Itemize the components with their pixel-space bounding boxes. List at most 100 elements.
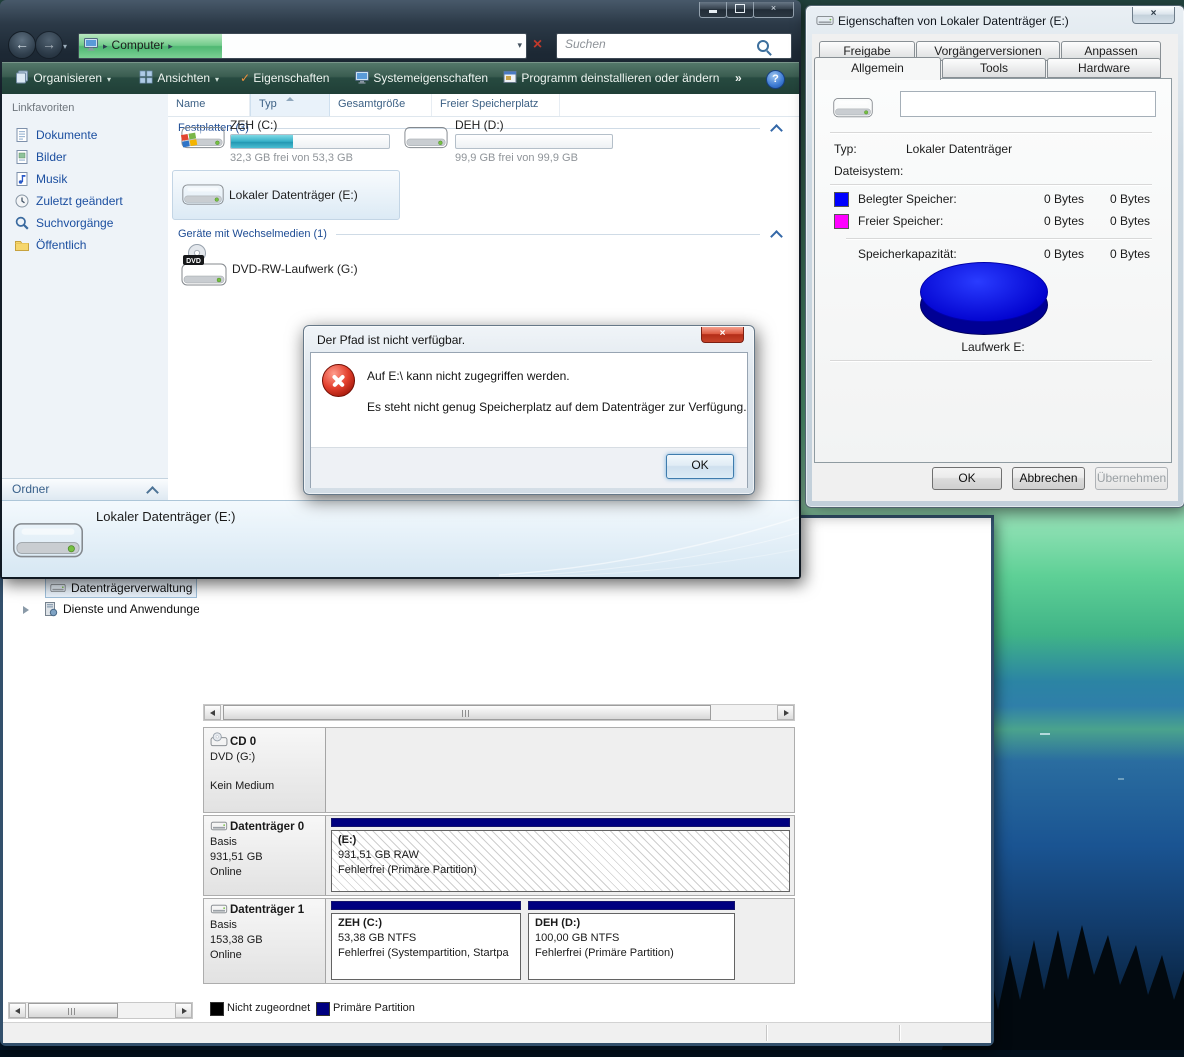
disk-icon [210,820,228,832]
drive-d-name[interactable]: DEH (D:) [455,118,504,132]
drive-e-name[interactable]: Lokaler Datenträger (E:) [229,188,358,202]
used-space-bytes: 0 Bytes [1043,192,1084,206]
folders-expander[interactable]: Ordner [2,478,168,500]
disk1-name: Datenträger 1 [230,904,305,916]
scroll-left-arrow[interactable] [9,1003,26,1018]
column-header-freier-speicherplatz[interactable]: Freier Speicherplatz [432,94,560,116]
drive-c-free-space: 32,3 GB frei von 53,3 GB [230,152,353,164]
drive-d-icon [403,120,449,156]
capacity-pie-chart [920,262,1048,336]
tab-tools[interactable]: Tools [942,58,1046,78]
favorites-sidebar: Linkfavoriten Dokumente Bilder Musik Zul… [2,94,169,500]
uninstall-program-button[interactable]: Programm deinstallieren oder ändern [502,62,719,94]
minimize-button[interactable] [699,2,727,18]
address-dropdown-icon[interactable]: ▾ [517,34,522,56]
ok-button[interactable]: OK [666,454,734,479]
group-header-wechselmedien[interactable]: Geräte mit Wechselmedien (1) [178,228,327,240]
address-bar[interactable]: ▸ Computer ▸ ▾ [78,33,527,59]
system-properties-button[interactable]: Systemeigenschaften [354,62,488,94]
drive-d-free-space: 99,9 GB frei von 99,9 GB [455,152,578,164]
disk1-type: Basis [210,919,237,931]
nav-history-dropdown-icon[interactable]: ▾ [63,42,67,51]
program-icon [502,69,518,85]
free-space-bytes: 0 Bytes [1043,214,1084,228]
toolbar-overflow-icon[interactable]: » [735,62,742,94]
tab-allgemein[interactable]: Allgemein [814,57,941,80]
apply-button: Übernehmen [1095,467,1168,490]
scroll-thumb[interactable] [28,1003,118,1018]
close-icon[interactable]: × [1132,7,1175,24]
partition-c-name: ZEH (C:) [338,917,382,929]
collapse-chevron-icon[interactable] [770,230,783,243]
cd0-row: CD 0 DVD (G:) Kein Medium [203,727,795,813]
partition-color-stripe [331,901,521,910]
cancel-button[interactable]: Abbrechen [1012,467,1085,490]
disk0-size: 931,51 GB [210,851,263,863]
sidebar-item-bilder[interactable]: Bilder [2,146,168,168]
drive-c-name[interactable]: ZEH (C:) [230,118,277,132]
used-space-label: Belegter Speicher: [858,192,957,206]
disk1-header[interactable]: Datenträger 1 Basis 153,38 GB Online [204,899,326,983]
breadcrumb[interactable]: ▸ Computer ▸ [83,34,177,56]
help-button[interactable]: ? [766,70,785,89]
collapse-chevron-icon[interactable] [770,124,783,137]
used-space-bytes2: 0 Bytes [1109,192,1150,206]
music-icon [14,171,30,187]
views-button[interactable]: Ansichten ▾ [138,62,219,94]
public-folder-icon [14,237,30,253]
details-pane: Lokaler Datenträger (E:) [2,500,799,577]
error-dialog: Der Pfad ist nicht verfügbar. × Auf E:\ … [303,325,755,495]
volume-label-input[interactable] [900,91,1156,117]
disk0-row: Datenträger 0 Basis 931,51 GB Online (E:… [203,815,795,896]
disk0-type: Basis [210,836,237,848]
type-label: Typ: [834,142,857,156]
tab-hardware[interactable]: Hardware [1047,58,1161,78]
cd-drive-icon [210,732,228,747]
disk1-size: 153,38 GB [210,934,263,946]
search-input[interactable]: Suchen [556,33,792,59]
disk-management-icon [50,580,66,596]
status-bar [3,1022,991,1043]
tree-item-label[interactable]: Datenträgerverwaltung [71,581,192,595]
breadcrumb-location[interactable]: Computer [112,38,165,52]
expander-icon[interactable] [23,606,29,614]
tree-h-scrollbar[interactable] [8,1002,193,1019]
computer-icon [83,36,99,52]
pie-caption: Laufwerk E: [961,340,1025,354]
sidebar-item-dokumente[interactable]: Dokumente [2,124,168,146]
column-header-gesamtgroesse[interactable]: Gesamtgröße [330,94,432,116]
explorer-titlebar[interactable] [0,0,801,28]
drive-icon [832,92,874,124]
scroll-right-arrow[interactable] [777,705,794,720]
system-icon [354,69,370,85]
partition-e[interactable]: (E:) 931,51 GB RAW Fehlerfrei (Primäre P… [331,818,790,892]
properties-button[interactable]: ✓ Eigenschaften [240,62,329,94]
maximize-button[interactable] [726,2,754,18]
scroll-right-arrow[interactable] [175,1003,192,1018]
scroll-thumb[interactable] [223,705,711,720]
partition-d[interactable]: DEH (D:) 100,00 GB NTFS Fehlerfrei (Prim… [528,901,735,980]
tree-item-dienste[interactable]: Dienste und Anwendungen [63,602,206,616]
sidebar-item-zuletzt-geaendert[interactable]: Zuletzt geändert [2,190,168,212]
disk0-header[interactable]: Datenträger 0 Basis 931,51 GB Online [204,816,326,895]
drive-e-item[interactable]: Lokaler Datenträger (E:) [172,170,400,220]
search-icon[interactable] [757,40,769,52]
cd0-header[interactable]: CD 0 DVD (G:) Kein Medium [204,728,326,812]
close-icon[interactable]: × [701,327,744,343]
ok-button[interactable]: OK [932,467,1002,490]
stop-refresh-button[interactable]: × [528,34,547,56]
scroll-left-arrow[interactable] [204,705,221,720]
forward-button[interactable]: → [35,31,63,59]
sidebar-item-musik[interactable]: Musik [2,168,168,190]
column-header-name[interactable]: Name [168,94,250,116]
graph-h-scrollbar[interactable] [203,704,795,721]
close-button[interactable]: × [753,2,794,18]
partition-color-stripe [331,818,790,827]
partition-c[interactable]: ZEH (C:) 53,38 GB NTFS Fehlerfrei (Syste… [331,901,521,980]
sidebar-item-suchvorgaenge[interactable]: Suchvorgänge [2,212,168,234]
document-icon [14,127,30,143]
organize-button[interactable]: Organisieren ▾ [14,62,111,94]
drive-g-name[interactable]: DVD-RW-Laufwerk (G:) [232,262,358,276]
sidebar-item-oeffentlich[interactable]: Öffentlich [2,234,168,256]
back-button[interactable]: ← [8,31,36,59]
